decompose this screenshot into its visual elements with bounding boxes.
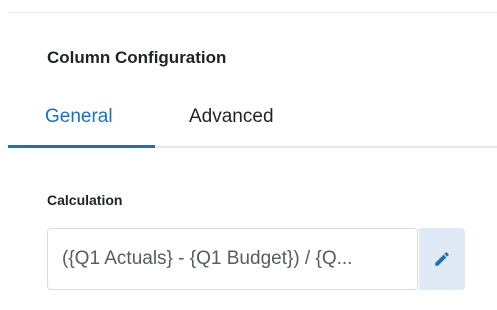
active-tab-indicator bbox=[8, 145, 155, 148]
column-configuration-panel: Column Configuration General Advanced Ca… bbox=[0, 0, 497, 310]
tab-general[interactable]: General bbox=[45, 106, 113, 128]
tab-advanced[interactable]: Advanced bbox=[189, 106, 274, 128]
top-divider bbox=[8, 12, 497, 13]
pencil-icon bbox=[433, 250, 451, 268]
calculation-label: Calculation bbox=[47, 192, 123, 208]
calculation-input[interactable] bbox=[47, 228, 418, 290]
tab-bar: General Advanced bbox=[8, 100, 497, 148]
edit-calculation-button[interactable] bbox=[419, 228, 465, 290]
panel-title: Column Configuration bbox=[47, 48, 227, 67]
